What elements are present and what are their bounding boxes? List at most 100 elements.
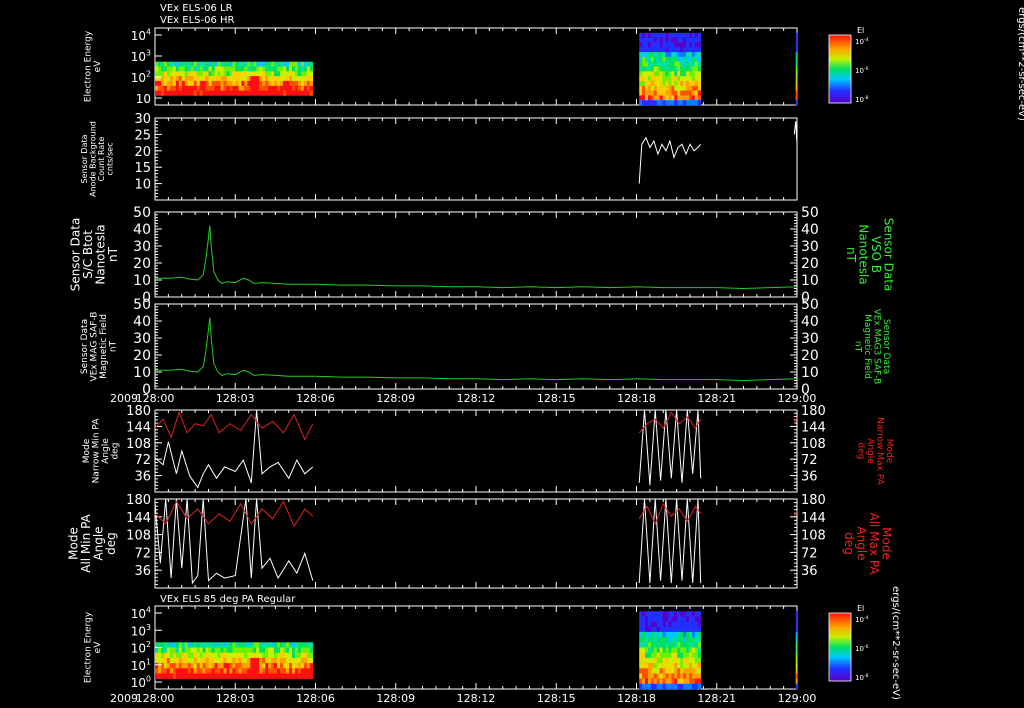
spectrogram-cell	[659, 95, 663, 101]
spectrogram-cell	[642, 683, 646, 690]
spectrogram-cell	[683, 626, 687, 633]
spectrogram-cell	[283, 668, 287, 674]
spectrogram-cell	[656, 668, 660, 674]
spectrogram-cell	[648, 683, 652, 690]
spectrogram-cell	[205, 90, 209, 96]
spectrogram-cell	[662, 32, 666, 38]
spectrogram-cell	[642, 95, 646, 101]
spectrogram-cell	[247, 652, 251, 659]
spectrogram-cell	[309, 652, 314, 659]
spectrogram-cell	[680, 616, 684, 622]
spectrogram-cell	[286, 76, 290, 82]
spectrogram-cell	[292, 71, 296, 77]
spectrogram-cell	[683, 76, 687, 82]
y-tick-label: 30	[133, 331, 151, 347]
spectrogram-cell	[691, 37, 696, 43]
spectrogram-cell	[677, 52, 681, 58]
spectrogram-cell	[648, 626, 652, 633]
spectrogram-cell	[208, 647, 212, 653]
spectrogram-cell	[796, 37, 798, 43]
spectrogram-cell	[155, 61, 159, 67]
spectrogram-cell	[220, 647, 224, 653]
spectrogram-cell	[178, 642, 183, 648]
spectrogram-cell	[163, 657, 168, 664]
spectrogram-cell	[250, 657, 254, 664]
spectrogram-cell	[686, 652, 690, 659]
spectrogram-cell	[668, 76, 672, 82]
spectrogram-cell	[175, 673, 180, 679]
spectrogram-cell	[244, 673, 248, 679]
spectrogram-cell	[158, 61, 162, 67]
spectrogram-cell	[650, 663, 655, 669]
spectrogram-cell	[686, 611, 690, 617]
spectrogram-cell	[238, 642, 242, 648]
spectrogram-cell	[659, 37, 663, 43]
spectrogram-cell	[226, 61, 230, 67]
spectrogram-cell	[694, 76, 698, 82]
spectrogram-cell	[648, 80, 652, 86]
spectrogram-cell	[250, 668, 254, 674]
y-tick-label-right: 20	[801, 348, 819, 364]
spectrogram-cell	[268, 673, 272, 679]
spectrogram-cell	[653, 52, 657, 58]
spectrogram-cell	[659, 61, 663, 67]
spectrogram-cell	[665, 80, 669, 86]
y-tick-label: 144	[126, 420, 151, 435]
spectrogram-cell	[187, 657, 192, 664]
spectrogram-cell	[205, 663, 209, 669]
spectrogram-cell	[283, 80, 287, 86]
spectrogram-cell	[202, 85, 206, 91]
x-tick-label-bottom: 128:00	[136, 692, 175, 705]
spectrogram-cell	[262, 80, 266, 86]
spectrogram-cell	[214, 80, 218, 86]
spectrogram-cell	[297, 80, 302, 86]
spectrogram-cell	[232, 61, 236, 67]
spectrogram-cell	[190, 76, 194, 82]
spectrogram-cell	[283, 663, 287, 669]
spectrogram-cell	[665, 76, 669, 82]
spectrogram-cell	[280, 663, 284, 669]
spectrogram-cell	[184, 80, 189, 86]
spectrogram-cell	[665, 85, 669, 91]
spectrogram-cell	[297, 663, 302, 669]
spectrogram-cell	[235, 76, 239, 82]
spectrogram-cell	[306, 652, 311, 659]
spectrogram-cell	[166, 647, 171, 653]
spectrogram-cell	[235, 647, 239, 653]
spectrogram-cell	[639, 56, 643, 62]
spectrogram-cell	[642, 621, 646, 628]
spectrogram-cell	[283, 90, 287, 96]
spectrogram-cell	[648, 642, 652, 648]
spectrogram-cell	[648, 621, 652, 628]
spectrogram-cell	[671, 61, 675, 67]
spectrogram-cell	[232, 657, 236, 664]
spectrogram-cell	[659, 647, 663, 653]
spectrogram-cell	[653, 647, 657, 653]
y-axis-label-line: deg	[110, 443, 120, 460]
spectrogram-cell	[642, 90, 646, 96]
spectrogram-cell	[229, 80, 233, 86]
spectrogram-cell	[226, 642, 230, 648]
spectrogram-cell	[691, 85, 696, 91]
spectrogram-cell	[193, 76, 197, 82]
spectrogram-cell	[181, 76, 186, 82]
spectrogram-cell	[689, 37, 693, 43]
spectrogram-cell	[262, 673, 266, 679]
spectrogram-cell	[668, 652, 672, 659]
spectrogram-cell	[158, 66, 162, 72]
spectrogram-cell	[648, 637, 652, 643]
spectrogram-cell	[656, 56, 660, 62]
spectrogram-cell	[653, 611, 657, 617]
spectrogram-cell	[691, 100, 696, 106]
spectrogram-cell	[662, 611, 666, 617]
spectrogram-cell	[274, 647, 278, 653]
spectrogram-cell	[193, 657, 197, 664]
spectrogram-cell	[202, 642, 206, 648]
spectrogram-cell	[656, 616, 660, 622]
spectrogram-cell	[202, 66, 206, 72]
spectrogram-cell	[691, 683, 696, 690]
spectrogram-cell	[642, 100, 646, 106]
spectrogram-cell	[656, 61, 660, 67]
y-tick-label: 30	[134, 112, 151, 127]
spectrogram-cell	[656, 637, 660, 643]
